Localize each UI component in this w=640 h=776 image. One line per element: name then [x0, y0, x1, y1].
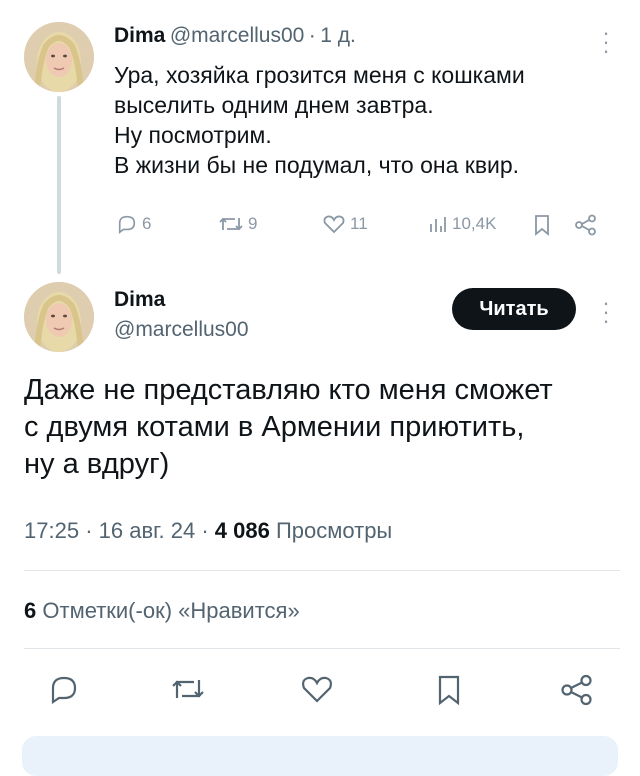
reply-icon [51, 676, 77, 705]
like-button[interactable] [300, 674, 334, 709]
author-handle[interactable]: @marcellus00 [170, 24, 305, 47]
like-icon [302, 676, 332, 703]
views-count: 10,4K [452, 214, 497, 233]
divider [24, 570, 620, 571]
reply-count: 6 [142, 214, 152, 233]
avatar[interactable] [24, 22, 94, 92]
tweet-time[interactable]: 1 д. [320, 24, 356, 47]
separator-dot: · [201, 518, 209, 543]
reply-composer[interactable] [22, 736, 618, 776]
reply-button[interactable]: 6 [116, 214, 151, 234]
share-icon [561, 674, 592, 706]
retweet-button[interactable] [170, 674, 206, 709]
like-icon [323, 215, 345, 234]
tweet-meta: 17:25 · 16 авг. 24 · 4 086 Просмотры [24, 518, 392, 544]
author-name[interactable]: Dima [114, 288, 165, 312]
tweet-date[interactable]: 16 авг. 24 [99, 518, 196, 543]
follow-button[interactable]: Читать [452, 288, 576, 330]
more-icon[interactable]: · · · [600, 22, 612, 62]
share-button[interactable] [560, 674, 594, 711]
retweet-icon [219, 217, 243, 231]
thread-line [57, 96, 61, 274]
tweet-text: Ура, хозяйка грозится меня с кошками выс… [114, 62, 525, 178]
retweet-button[interactable]: 9 [218, 214, 257, 234]
likes-summary[interactable]: 6 Отметки(-ок) «Нравится» [24, 598, 300, 624]
likes-count: 6 [24, 598, 37, 623]
bookmark-icon [535, 215, 549, 236]
tweet-header: Dima @marcellus00 · 1 д. [114, 24, 356, 48]
reply-icon [118, 215, 136, 234]
views-icon [430, 217, 446, 232]
views-count: 4 086 [214, 518, 270, 543]
share-button[interactable] [574, 214, 598, 236]
views-label: Просмотры [275, 518, 393, 543]
reply-button[interactable] [48, 674, 80, 709]
avatar[interactable] [24, 282, 94, 352]
like-button[interactable]: 11 [322, 214, 368, 234]
divider [24, 648, 620, 649]
retweet-icon [172, 680, 204, 698]
likes-label: Отметки(-ок) «Нравится» [42, 598, 300, 623]
bookmark-button[interactable] [533, 214, 551, 236]
share-icon [575, 214, 596, 236]
separator-dot: · [85, 518, 93, 543]
tweet-text: Даже не представляю кто меня сможет с дв… [24, 374, 553, 480]
views-button[interactable]: 10,4K [428, 214, 496, 234]
bookmark-button[interactable] [436, 674, 462, 711]
tweet-time[interactable]: 17:25 [24, 518, 79, 543]
author-name[interactable]: Dima [114, 24, 165, 47]
retweet-count: 9 [248, 214, 258, 233]
like-count: 11 [350, 214, 368, 233]
more-icon[interactable]: · · · [600, 292, 612, 332]
author-handle[interactable]: @marcellus00 [114, 318, 249, 342]
separator-dot: · [308, 24, 316, 47]
bookmark-icon [438, 675, 460, 706]
